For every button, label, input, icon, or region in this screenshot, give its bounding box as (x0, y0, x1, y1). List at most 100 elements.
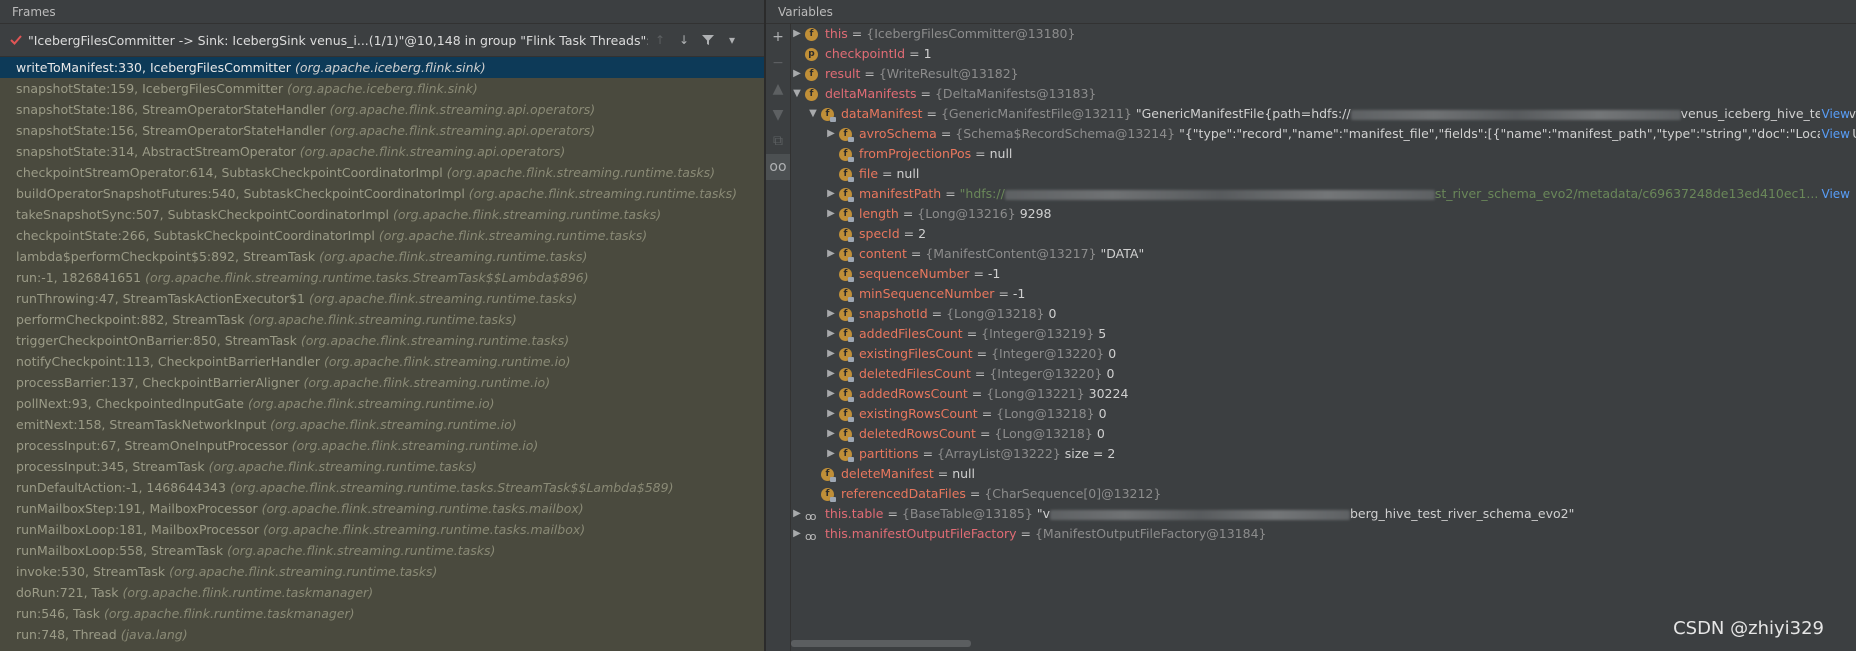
frame-row[interactable]: run:-1, 1826841651 (org.apache.flink.str… (0, 267, 764, 288)
expand-arrow-icon[interactable]: ▶ (825, 384, 837, 404)
var-row-deletedFilesCount[interactable]: ▶ f deletedFilesCount = {Integer@13220} … (791, 364, 1856, 384)
move-up-icon[interactable]: ▲ (766, 76, 790, 102)
remove-watch-icon[interactable]: − (766, 50, 790, 76)
var-row-result[interactable]: ▶ f result = {WriteResult@13182} (791, 64, 1856, 84)
expand-arrow-icon[interactable]: ▶ (825, 244, 837, 264)
var-row-specId[interactable]: f specId = 2 (791, 224, 1856, 244)
frame-row[interactable]: runMailboxLoop:558, StreamTask (org.apac… (0, 540, 764, 561)
var-row-avroSchema[interactable]: ▶ f avroSchema = {Schema$RecordSchema@13… (791, 124, 1856, 144)
copy-icon[interactable]: ⧉ (766, 128, 790, 154)
previous-frame-icon[interactable]: ↑ (648, 28, 672, 52)
var-row-fromProjectionPos[interactable]: f fromProjectionPos = null (791, 144, 1856, 164)
frame-row[interactable]: notifyCheckpoint:113, CheckpointBarrierH… (0, 351, 764, 372)
add-watch-icon[interactable]: + (766, 24, 790, 50)
expand-arrow-icon[interactable]: ▶ (825, 364, 837, 384)
frame-row[interactable]: checkpointStreamOperator:614, SubtaskChe… (0, 162, 764, 183)
expand-arrow-icon[interactable]: ▶ (825, 444, 837, 464)
expand-arrow-icon[interactable]: ▶ (791, 524, 803, 544)
frame-row[interactable]: snapshotState:186, StreamOperatorStateHa… (0, 99, 764, 120)
view-link[interactable]: View (1819, 104, 1850, 124)
var-row-existingFilesCount[interactable]: ▶ f existingFilesCount = {Integer@13220}… (791, 344, 1856, 364)
expand-arrow-icon[interactable]: ▶ (825, 204, 837, 224)
frame-method: invoke:530, StreamTask (16, 564, 166, 579)
frame-row[interactable]: emitNext:158, StreamTaskNetworkInput (or… (0, 414, 764, 435)
frame-row[interactable]: processBarrier:137, CheckpointBarrierAli… (0, 372, 764, 393)
expand-arrow-icon[interactable]: ▶ (791, 504, 803, 524)
expand-arrow-icon[interactable]: ▶ (825, 184, 837, 204)
var-row-referencedDataFiles[interactable]: f referencedDataFiles = {CharSequence[0]… (791, 484, 1856, 504)
thread-dropdown-icon[interactable]: ▾ (720, 28, 744, 52)
frame-row[interactable]: run:546, Task (org.apache.flink.runtime.… (0, 603, 764, 624)
view-link[interactable]: View (1819, 184, 1850, 204)
collapse-arrow-icon[interactable]: ▼ (807, 104, 819, 124)
expand-arrow-icon[interactable]: ▶ (825, 344, 837, 364)
frame-package: (org.apache.flink.streaming.runtime.task… (261, 501, 584, 516)
var-row-addedFilesCount[interactable]: ▶ f addedFilesCount = {Integer@13219} 5 (791, 324, 1856, 344)
collapse-arrow-icon[interactable]: ▼ (791, 84, 803, 104)
var-row-this[interactable]: ▶ f this = {IcebergFilesCommitter@13180} (791, 24, 1856, 44)
frame-row[interactable]: runThrowing:47, StreamTaskActionExecutor… (0, 288, 764, 309)
frame-row[interactable]: run:748, Thread (java.lang) (0, 624, 764, 645)
frame-method: writeToManifest:330, IcebergFilesCommitt… (16, 60, 291, 75)
var-name: partitions (859, 446, 919, 461)
frame-row[interactable]: doRun:721, Task (org.apache.flink.runtim… (0, 582, 764, 603)
horizontal-scrollbar-thumb[interactable] (791, 640, 971, 647)
show-watches-icon[interactable]: oo (766, 154, 790, 180)
var-row-this-table[interactable]: ▶ oo this.table = {BaseTable@13185} "v be… (791, 504, 1856, 524)
var-value: -1 (1012, 286, 1026, 301)
frame-row[interactable]: snapshotState:314, AbstractStreamOperato… (0, 141, 764, 162)
move-down-icon[interactable]: ▼ (766, 102, 790, 128)
thread-selector[interactable]: "IcebergFilesCommitter -> Sink: IcebergS… (0, 24, 764, 57)
expand-arrow-icon[interactable]: ▶ (825, 424, 837, 444)
frame-row[interactable]: buildOperatorSnapshotFutures:540, Subtas… (0, 183, 764, 204)
frame-row[interactable]: pollNext:93, CheckpointedInputGate (org.… (0, 393, 764, 414)
frame-row[interactable]: triggerCheckpointOnBarrier:850, StreamTa… (0, 330, 764, 351)
frame-row[interactable]: writeToManifest:330, IcebergFilesCommitt… (0, 57, 764, 78)
var-row-checkpointId[interactable]: p checkpointId = 1 (791, 44, 1856, 64)
var-row-addedRowsCount[interactable]: ▶ f addedRowsCount = {Long@13221} 30224 (791, 384, 1856, 404)
frame-row[interactable]: invoke:530, StreamTask (org.apache.flink… (0, 561, 764, 582)
filter-icon[interactable] (696, 28, 720, 52)
equals-sign: = (882, 166, 893, 181)
var-row-sequenceNumber[interactable]: f sequenceNumber = -1 (791, 264, 1856, 284)
expand-arrow-icon[interactable]: ▶ (825, 124, 837, 144)
frame-package: (org.apache.flink.streaming.runtime.task… (145, 270, 589, 285)
expand-arrow-icon[interactable]: ▶ (791, 24, 803, 44)
view-link[interactable]: View (1819, 124, 1850, 144)
var-row-this-manifestOutputFileFactory[interactable]: ▶ oo this.manifestOutputFileFactory = {M… (791, 524, 1856, 544)
frame-row[interactable]: runDefaultAction:-1, 1468644343 (org.apa… (0, 477, 764, 498)
frame-row[interactable]: runMailboxLoop:181, MailboxProcessor (or… (0, 519, 764, 540)
watermark: CSDN @zhiyi329 (1673, 618, 1824, 639)
var-row-partitions[interactable]: ▶ f partitions = {ArrayList@13222} size … (791, 444, 1856, 464)
frame-row[interactable]: takeSnapshotSync:507, SubtaskCheckpointC… (0, 204, 764, 225)
next-frame-icon[interactable]: ↓ (672, 28, 696, 52)
frame-row[interactable]: snapshotState:156, StreamOperatorStateHa… (0, 120, 764, 141)
var-row-deletedRowsCount[interactable]: ▶ f deletedRowsCount = {Long@13218} 0 (791, 424, 1856, 444)
variables-toolbar: + − ▲ ▼ ⧉ oo (766, 24, 791, 651)
equals-sign: = (979, 426, 991, 441)
expand-arrow-icon[interactable]: ▶ (825, 324, 837, 344)
frame-row[interactable]: performCheckpoint:882, StreamTask (org.a… (0, 309, 764, 330)
frame-row[interactable]: snapshotState:159, IcebergFilesCommitter… (0, 78, 764, 99)
frame-row[interactable]: lambda$performCheckpoint$5:892, StreamTa… (0, 246, 764, 267)
var-row-minSequenceNumber[interactable]: f minSequenceNumber = -1 (791, 284, 1856, 304)
var-row-file[interactable]: f file = null (791, 164, 1856, 184)
expand-arrow-icon[interactable]: ▶ (825, 304, 837, 324)
frame-row[interactable]: processInput:345, StreamTask (org.apache… (0, 456, 764, 477)
field-icon: f (839, 428, 854, 442)
frame-row[interactable]: checkpointState:266, SubtaskCheckpointCo… (0, 225, 764, 246)
var-row-content[interactable]: ▶ f content = {ManifestContent@13217} "D… (791, 244, 1856, 264)
var-row-manifestPath[interactable]: ▶ f manifestPath = "hdfs:// st_river_sche… (791, 184, 1856, 204)
var-row-snapshotId[interactable]: ▶ f snapshotId = {Long@13218} 0 (791, 304, 1856, 324)
var-value: 1 (923, 46, 932, 61)
var-row-length[interactable]: ▶ f length = {Long@13216} 9298 (791, 204, 1856, 224)
var-row-deltaManifests[interactable]: ▼ f deltaManifests = {DeltaManifests@131… (791, 84, 1856, 104)
var-row-dataManifest[interactable]: ▼ f dataManifest = {GenericManifestFile@… (791, 104, 1856, 124)
expand-arrow-icon[interactable]: ▶ (791, 64, 803, 84)
expand-arrow-icon[interactable]: ▶ (825, 404, 837, 424)
equals-sign: = (971, 386, 983, 401)
var-row-deleteManifest[interactable]: f deleteManifest = null (791, 464, 1856, 484)
frame-row[interactable]: runMailboxStep:191, MailboxProcessor (or… (0, 498, 764, 519)
var-row-existingRowsCount[interactable]: ▶ f existingRowsCount = {Long@13218} 0 (791, 404, 1856, 424)
frame-row[interactable]: processInput:67, StreamOneInputProcessor… (0, 435, 764, 456)
